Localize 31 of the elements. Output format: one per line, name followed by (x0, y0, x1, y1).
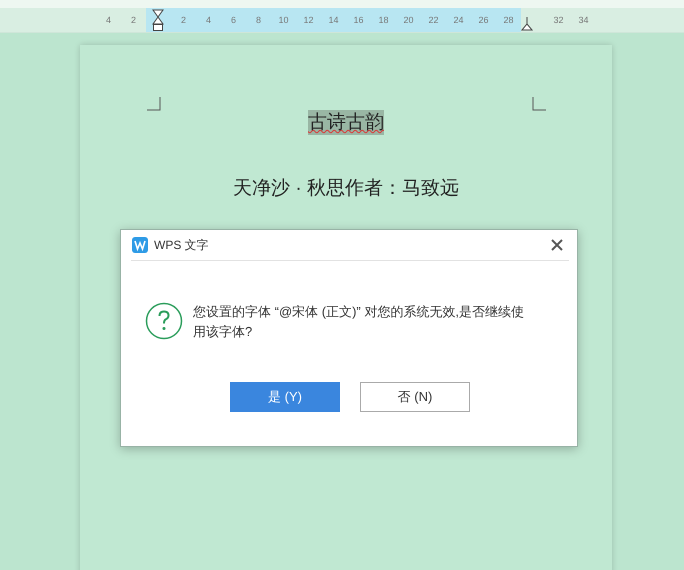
cancel-button[interactable]: 否 (N) (360, 382, 470, 412)
close-icon[interactable] (551, 239, 563, 251)
dialog-message: 您设置的字体 “@宋体 (正文)” 对您的系统无效,是否继续使用该字体? (193, 303, 525, 341)
margin-corner-icon (532, 97, 546, 111)
question-icon (145, 302, 183, 340)
poem-line: 天净沙 · 秋思作者：马致远 (232, 177, 460, 201)
ruler-number: 2 (171, 8, 196, 32)
ruler-number: 34 (577, 14, 590, 27)
ruler-number: 32 (552, 14, 564, 27)
ruler-number: 2 (130, 14, 137, 27)
app-logo-icon (132, 237, 148, 253)
ruler-number: 26 (471, 8, 496, 32)
ruler-number: 4 (104, 14, 112, 27)
ruler-number: 22 (421, 8, 446, 32)
document-title: 古诗古韵 (308, 110, 384, 135)
dialog-title: WPS 文字 (154, 236, 209, 254)
ruler-number: 14 (321, 8, 346, 32)
ruler-number: 24 (446, 8, 471, 32)
ruler-number: 10 (271, 8, 296, 32)
ruler-number: 6 (221, 8, 246, 32)
ruler-number: 18 (371, 8, 396, 32)
ruler-number: 20 (396, 8, 421, 32)
indent-marker-icon[interactable] (521, 16, 533, 32)
ruler-number: 12 (296, 8, 321, 32)
ruler-number: 4 (196, 8, 221, 32)
ruler-number: 16 (346, 8, 371, 32)
margin-corner-icon (147, 97, 161, 111)
ruler-number: 8 (246, 8, 271, 32)
indent-marker-icon[interactable] (152, 9, 164, 31)
confirm-button[interactable]: 是 (Y) (230, 382, 340, 412)
ruler-number: 28 (496, 8, 521, 32)
